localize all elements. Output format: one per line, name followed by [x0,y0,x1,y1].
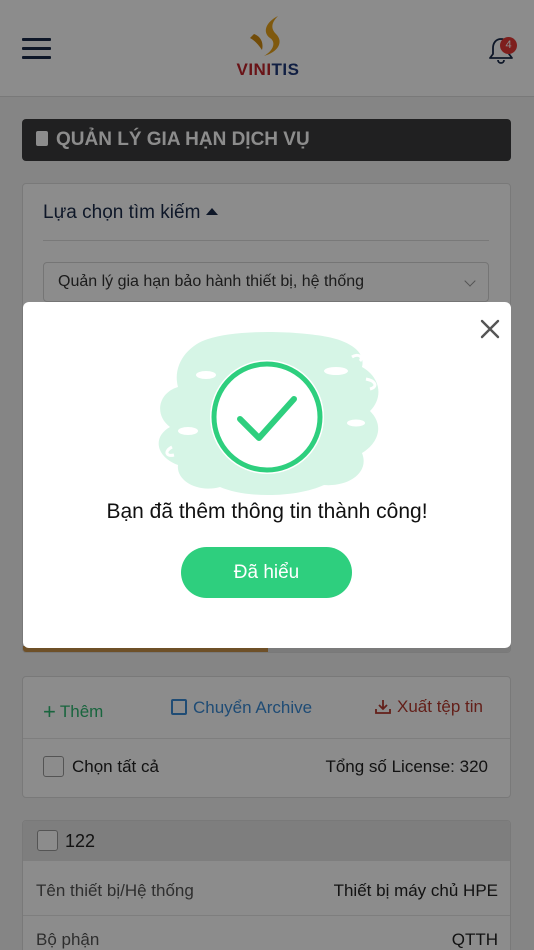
success-message: Bạn đã thêm thông tin thành công! [106,500,428,523]
close-icon[interactable] [478,317,502,341]
check-circle-icon [157,332,379,496]
confirm-button[interactable]: Đã hiểu [181,547,352,598]
success-dialog: Bạn đã thêm thông tin thành công! Đã hiể… [23,302,511,648]
